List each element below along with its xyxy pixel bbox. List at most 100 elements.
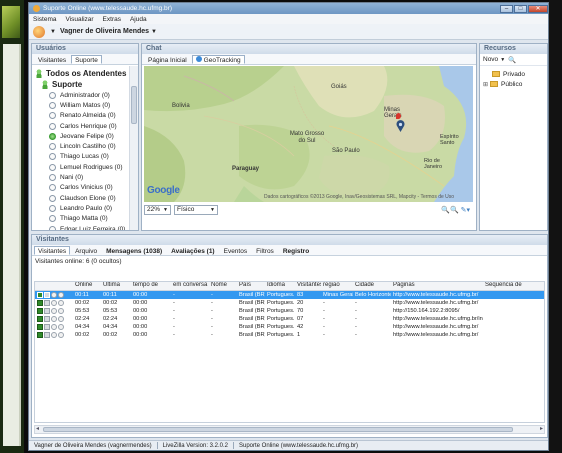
column-header[interactable]: Última <box>101 282 131 290</box>
tab-visitor-1[interactable]: Arquivo <box>71 246 101 255</box>
status-user: Vagner de Oliveira Mendes (vagnermendes) <box>34 442 152 449</box>
column-header[interactable] <box>35 282 73 290</box>
table-cell: - <box>323 316 325 322</box>
row-status-icons <box>35 307 73 315</box>
table-row[interactable]: 05:53 05:53 00:00 - - Brasil (BR) Portugues...… <box>35 307 544 315</box>
scroll-right-icon[interactable]: ▸ <box>540 426 543 433</box>
chat-icon <box>44 332 50 338</box>
map-type-select[interactable]: Físico ▼ <box>173 205 218 215</box>
resource-privado[interactable]: Privado <box>480 69 547 79</box>
agent-status-icon <box>49 91 56 99</box>
agent-item[interactable]: Jeovane Felipe (0) <box>35 131 128 141</box>
location-pin-icon[interactable] <box>396 120 405 132</box>
tab-visitor-4[interactable]: Eventos <box>220 246 252 255</box>
table-cell: - <box>173 332 175 338</box>
new-resource-button[interactable]: Novo <box>483 56 498 63</box>
menu-ajuda[interactable]: Ajuda <box>130 16 147 23</box>
tab-pagina-inicial[interactable]: Página Inicial <box>144 55 191 64</box>
agent-item[interactable]: Nani (0) <box>35 172 128 182</box>
table-row[interactable]: 02:24 02:24 00:00 - - Brasil (BR) Portugues...… <box>35 315 544 323</box>
table-cell: 00:00 <box>133 308 148 314</box>
agent-item[interactable]: Renato Almeida (0) <box>35 111 128 121</box>
table-row[interactable]: 00:11 00:11 00:00 - - Brasil (BR) Portugues...… <box>35 291 544 299</box>
tab-geotracking[interactable]: GeoTracking <box>191 55 245 64</box>
close-button[interactable]: ✕ <box>528 4 548 13</box>
status-caret-icon[interactable]: ▼ <box>50 29 56 35</box>
table-cell: - <box>323 332 325 338</box>
column-header[interactable]: Páginas <box>391 282 483 290</box>
info-icon <box>58 332 64 338</box>
tab-visitor-6[interactable]: Registro <box>279 246 313 255</box>
agent-item[interactable]: Claudson Elone (0) <box>35 193 128 203</box>
map-zoom-select[interactable]: 22% ▼ <box>144 205 171 215</box>
agents-scrollbar[interactable] <box>129 66 138 230</box>
table-row[interactable]: 00:02 00:02 00:00 - - Brasil (BR) Portugues...… <box>35 299 544 307</box>
user-menu-caret-icon[interactable]: ▼ <box>151 29 157 35</box>
tab-visitor-2[interactable]: Mensagens (1038) <box>102 246 166 255</box>
search-icon[interactable]: 🔍 <box>508 56 516 64</box>
column-header[interactable]: em conversa <box>171 282 209 290</box>
agent-item[interactable]: Administrador (0) <box>35 90 128 100</box>
table-row[interactable]: 04:34 04:34 00:00 - - Brasil (BR) Portugues...… <box>35 323 544 331</box>
minimize-button[interactable]: – <box>500 4 513 13</box>
info-icon <box>58 300 64 306</box>
tab-visitor-3[interactable]: Avaliações (1) <box>167 246 218 255</box>
table-row[interactable]: 00:02 00:02 00:00 - - Brasil (BR) Portugues...… <box>35 331 544 339</box>
expand-icon[interactable]: ⊞ <box>483 81 488 88</box>
chevron-down-icon[interactable]: ▼ <box>500 57 505 63</box>
menu-visualizar[interactable]: Visualizar <box>65 16 93 23</box>
scroll-left-icon[interactable]: ◂ <box>36 426 39 433</box>
chat-icon <box>44 316 50 322</box>
map-zoom-tools[interactable]: 🔍🔍 ✎▾ <box>441 206 470 214</box>
column-header[interactable]: tempo de <box>131 282 171 290</box>
menu-sistema[interactable]: Sistema <box>33 16 56 23</box>
resource-publico[interactable]: ⊞ Público <box>480 79 547 89</box>
tab-suporte[interactable]: Suporte <box>71 55 102 64</box>
column-header[interactable]: Cidade <box>353 282 391 290</box>
column-header[interactable]: Nome <box>209 282 237 290</box>
agent-item[interactable]: Leandro Paulo (0) <box>35 203 128 213</box>
agent-item[interactable]: Lemuel Rodrigues (0) <box>35 162 128 172</box>
tab-visitor-5[interactable]: Filtros <box>252 246 278 255</box>
agent-item[interactable]: Thiago Matta (0) <box>35 214 128 224</box>
info-icon <box>58 324 64 330</box>
map-label-sao-paulo: São Paulo <box>332 148 360 154</box>
column-header[interactable]: País <box>237 282 265 290</box>
agent-item[interactable]: Carlos Henrique (0) <box>35 121 128 131</box>
table-cell: Brasil (BR) <box>239 308 265 314</box>
agent-item[interactable]: William Matos (0) <box>35 100 128 110</box>
table-cell: 02:24 <box>75 316 90 322</box>
agent-item[interactable]: Lincoln Castilho (0) <box>35 141 128 151</box>
group-todos[interactable]: Todos os Atendentes <box>35 68 128 79</box>
menu-extras[interactable]: Extras <box>103 16 121 23</box>
tab-visitor-0[interactable]: Visitantes <box>34 246 71 255</box>
agent-item[interactable]: Edgar Luiz Ferreira (0) <box>35 224 128 230</box>
group-icon <box>35 69 43 78</box>
table-horizontal-scrollbar[interactable]: ◂ ▸ <box>34 425 545 434</box>
visitor-online-icon <box>37 324 43 330</box>
maximize-button[interactable]: □ <box>514 4 527 13</box>
column-header[interactable]: região <box>321 282 353 290</box>
group-suporte[interactable]: Suporte <box>35 79 128 90</box>
tab-visitantes[interactable]: Visitantes <box>34 55 70 64</box>
row-status-icons <box>35 315 73 323</box>
column-header[interactable]: Online <box>73 282 101 290</box>
agent-name: William Matos (0) <box>60 101 111 109</box>
red-marker-icon[interactable] <box>396 113 401 119</box>
table-cell: - <box>211 308 213 314</box>
chat-icon <box>44 292 50 298</box>
column-header[interactable]: Sequencia de <box>483 282 543 290</box>
table-header: Online Última tempo de em conversa Nome País I… <box>35 282 544 291</box>
geotracking-map[interactable]: Bolivia Goiás Minas Gerais Mato Grosso d… <box>144 66 473 202</box>
recursos-header: Recursos <box>480 44 547 54</box>
agent-item[interactable]: Thiago Lucas (0) <box>35 152 128 162</box>
table-cell: - <box>355 300 357 306</box>
agent-item[interactable]: Carlos Vinicius (0) <box>35 183 128 193</box>
map-toolbar: 22% ▼ Físico ▼ <box>144 204 221 216</box>
user-status-icon[interactable] <box>33 25 45 38</box>
column-header[interactable]: Visitantes <box>295 282 321 290</box>
agent-name: Thiago Lucas (0) <box>60 153 109 161</box>
column-header[interactable]: Idioma <box>265 282 295 290</box>
table-cell <box>483 291 543 299</box>
table-cell: - <box>211 332 213 338</box>
